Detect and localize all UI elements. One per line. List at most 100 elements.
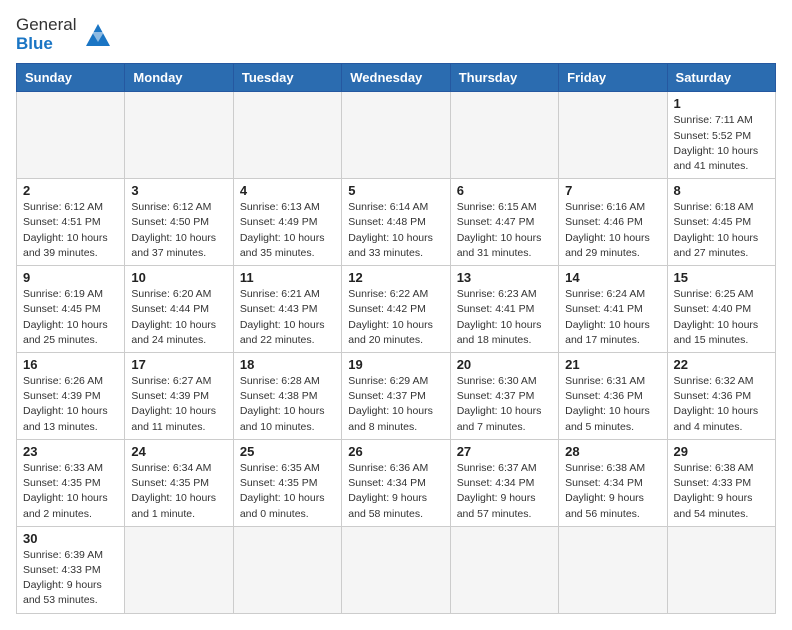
day-info: Sunrise: 6:31 AM Sunset: 4:36 PM Dayligh… [565,374,660,435]
calendar-day-cell: 25 Sunrise: 6:35 AM Sunset: 4:35 PM Dayli… [233,439,341,526]
day-number: 8 [674,183,769,198]
day-number: 1 [674,96,769,111]
day-info: Sunrise: 6:39 AM Sunset: 4:33 PM Dayligh… [23,548,118,609]
day-info: Sunrise: 6:26 AM Sunset: 4:39 PM Dayligh… [23,374,118,435]
calendar-day-cell: 4 Sunrise: 6:13 AM Sunset: 4:49 PM Daylig… [233,179,341,266]
weekday-header: Monday [125,64,233,92]
day-info: Sunrise: 6:12 AM Sunset: 4:51 PM Dayligh… [23,200,118,261]
calendar-day-cell: 26 Sunrise: 6:36 AM Sunset: 4:34 PM Dayli… [342,439,450,526]
calendar-day-cell: 28 Sunrise: 6:38 AM Sunset: 4:34 PM Dayli… [559,439,667,526]
calendar-day-cell: 7 Sunrise: 6:16 AM Sunset: 4:46 PM Daylig… [559,179,667,266]
calendar-day-cell: 24 Sunrise: 6:34 AM Sunset: 4:35 PM Dayli… [125,439,233,526]
calendar-day-cell [233,526,341,613]
calendar-day-cell: 20Sunrise: 6:30 AM Sunset: 4:37 PM Dayli… [450,353,558,440]
calendar-day-cell: 8 Sunrise: 6:18 AM Sunset: 4:45 PM Daylig… [667,179,775,266]
logo-icon [84,22,112,50]
weekday-header: Wednesday [342,64,450,92]
day-number: 29 [674,444,769,459]
weekday-header: Saturday [667,64,775,92]
day-number: 24 [131,444,226,459]
day-info: Sunrise: 6:21 AM Sunset: 4:43 PM Dayligh… [240,287,335,348]
day-info: Sunrise: 6:28 AM Sunset: 4:38 PM Dayligh… [240,374,335,435]
calendar-day-cell [559,92,667,179]
day-info: Sunrise: 6:34 AM Sunset: 4:35 PM Dayligh… [131,461,226,522]
day-number: 25 [240,444,335,459]
weekday-header: Thursday [450,64,558,92]
calendar-week-row: 30Sunrise: 6:39 AM Sunset: 4:33 PM Dayli… [17,526,776,613]
calendar-day-cell: 30Sunrise: 6:39 AM Sunset: 4:33 PM Dayli… [17,526,125,613]
day-number: 19 [348,357,443,372]
day-number: 20 [457,357,552,372]
calendar-day-cell [450,92,558,179]
day-info: Sunrise: 6:32 AM Sunset: 4:36 PM Dayligh… [674,374,769,435]
calendar-week-row: 1 Sunrise: 7:11 AM Sunset: 5:52 PM Daylig… [17,92,776,179]
calendar-day-cell: 23 Sunrise: 6:33 AM Sunset: 4:35 PM Dayli… [17,439,125,526]
day-info: Sunrise: 6:19 AM Sunset: 4:45 PM Dayligh… [23,287,118,348]
calendar-day-cell: 17Sunrise: 6:27 AM Sunset: 4:39 PM Dayli… [125,353,233,440]
day-info: Sunrise: 6:33 AM Sunset: 4:35 PM Dayligh… [23,461,118,522]
day-info: Sunrise: 6:22 AM Sunset: 4:42 PM Dayligh… [348,287,443,348]
day-number: 28 [565,444,660,459]
day-info: Sunrise: 6:12 AM Sunset: 4:50 PM Dayligh… [131,200,226,261]
calendar-day-cell: 18 Sunrise: 6:28 AM Sunset: 4:38 PM Dayli… [233,353,341,440]
calendar-day-cell [342,526,450,613]
calendar-day-cell: 16Sunrise: 6:26 AM Sunset: 4:39 PM Dayli… [17,353,125,440]
day-number: 26 [348,444,443,459]
calendar-day-cell [125,526,233,613]
weekday-header: Tuesday [233,64,341,92]
calendar-week-row: 2 Sunrise: 6:12 AM Sunset: 4:51 PM Daylig… [17,179,776,266]
calendar-day-cell [450,526,558,613]
day-number: 7 [565,183,660,198]
calendar-day-cell: 12Sunrise: 6:22 AM Sunset: 4:42 PM Dayli… [342,266,450,353]
day-number: 3 [131,183,226,198]
day-number: 9 [23,270,118,285]
calendar-day-cell: 22Sunrise: 6:32 AM Sunset: 4:36 PM Dayli… [667,353,775,440]
calendar-day-cell: 27Sunrise: 6:37 AM Sunset: 4:34 PM Dayli… [450,439,558,526]
day-info: Sunrise: 6:36 AM Sunset: 4:34 PM Dayligh… [348,461,443,522]
day-number: 11 [240,270,335,285]
day-number: 23 [23,444,118,459]
day-number: 10 [131,270,226,285]
day-info: Sunrise: 6:24 AM Sunset: 4:41 PM Dayligh… [565,287,660,348]
day-number: 4 [240,183,335,198]
day-info: Sunrise: 6:37 AM Sunset: 4:34 PM Dayligh… [457,461,552,522]
logo-text: General Blue [16,16,76,53]
day-number: 13 [457,270,552,285]
day-number: 14 [565,270,660,285]
calendar-day-cell: 10 Sunrise: 6:20 AM Sunset: 4:44 PM Dayli… [125,266,233,353]
day-info: Sunrise: 6:13 AM Sunset: 4:49 PM Dayligh… [240,200,335,261]
calendar-day-cell: 1 Sunrise: 7:11 AM Sunset: 5:52 PM Daylig… [667,92,775,179]
day-info: Sunrise: 6:25 AM Sunset: 4:40 PM Dayligh… [674,287,769,348]
calendar-week-row: 23 Sunrise: 6:33 AM Sunset: 4:35 PM Dayli… [17,439,776,526]
day-info: Sunrise: 6:16 AM Sunset: 4:46 PM Dayligh… [565,200,660,261]
day-info: Sunrise: 6:38 AM Sunset: 4:33 PM Dayligh… [674,461,769,522]
calendar-day-cell: 14 Sunrise: 6:24 AM Sunset: 4:41 PM Dayli… [559,266,667,353]
weekday-header: Sunday [17,64,125,92]
calendar-day-cell: 6 Sunrise: 6:15 AM Sunset: 4:47 PM Daylig… [450,179,558,266]
calendar-day-cell [342,92,450,179]
day-info: Sunrise: 6:38 AM Sunset: 4:34 PM Dayligh… [565,461,660,522]
day-number: 21 [565,357,660,372]
day-info: Sunrise: 6:23 AM Sunset: 4:41 PM Dayligh… [457,287,552,348]
calendar-day-cell: 13 Sunrise: 6:23 AM Sunset: 4:41 PM Dayli… [450,266,558,353]
day-number: 6 [457,183,552,198]
calendar-day-cell [17,92,125,179]
day-info: Sunrise: 6:18 AM Sunset: 4:45 PM Dayligh… [674,200,769,261]
calendar-day-cell: 5 Sunrise: 6:14 AM Sunset: 4:48 PM Daylig… [342,179,450,266]
header: General Blue [16,16,776,53]
day-number: 5 [348,183,443,198]
day-info: Sunrise: 6:15 AM Sunset: 4:47 PM Dayligh… [457,200,552,261]
day-info: Sunrise: 6:14 AM Sunset: 4:48 PM Dayligh… [348,200,443,261]
day-number: 18 [240,357,335,372]
day-number: 2 [23,183,118,198]
calendar-day-cell [233,92,341,179]
day-info: Sunrise: 6:29 AM Sunset: 4:37 PM Dayligh… [348,374,443,435]
day-info: Sunrise: 6:35 AM Sunset: 4:35 PM Dayligh… [240,461,335,522]
weekday-header: Friday [559,64,667,92]
day-info: Sunrise: 7:11 AM Sunset: 5:52 PM Dayligh… [674,113,769,174]
calendar-day-cell: 21 Sunrise: 6:31 AM Sunset: 4:36 PM Dayli… [559,353,667,440]
day-info: Sunrise: 6:20 AM Sunset: 4:44 PM Dayligh… [131,287,226,348]
day-number: 15 [674,270,769,285]
calendar-day-cell [125,92,233,179]
calendar-table: SundayMondayTuesdayWednesdayThursdayFrid… [16,63,776,613]
